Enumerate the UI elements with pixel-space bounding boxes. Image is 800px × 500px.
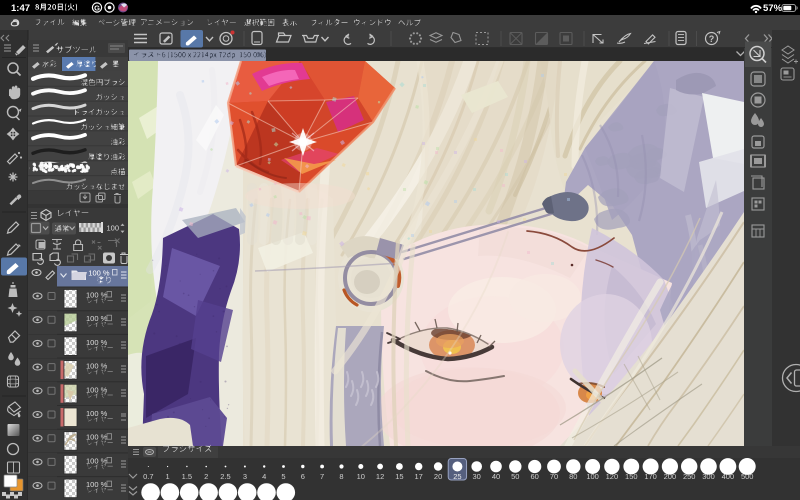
svg-text:6: 6 — [301, 472, 305, 481]
svg-text:100 %: 100 % — [88, 269, 110, 278]
svg-text:100 %: 100 % — [86, 480, 108, 489]
svg-text:300: 300 — [702, 472, 715, 481]
svg-text:70: 70 — [550, 472, 558, 481]
svg-text:500: 500 — [741, 472, 754, 481]
svg-text:150: 150 — [625, 472, 638, 481]
svg-text:G: G — [94, 3, 100, 12]
svg-text:7: 7 — [320, 472, 324, 481]
svg-text:17: 17 — [415, 472, 423, 481]
svg-text:1.5: 1.5 — [182, 472, 192, 481]
svg-text:25: 25 — [453, 472, 461, 481]
svg-text:100 %: 100 % — [86, 291, 108, 300]
svg-text:15: 15 — [395, 472, 403, 481]
svg-text:100 %: 100 % — [86, 362, 108, 371]
svg-text:2: 2 — [204, 472, 208, 481]
svg-text:57%: 57% — [763, 3, 783, 14]
svg-text:250: 250 — [683, 472, 696, 481]
svg-text:60: 60 — [531, 472, 539, 481]
svg-text:100 %: 100 % — [86, 456, 108, 465]
svg-text:200: 200 — [664, 472, 677, 481]
svg-text:100 %: 100 % — [86, 433, 108, 442]
svg-text:400: 400 — [722, 472, 735, 481]
svg-text:100: 100 — [586, 472, 599, 481]
svg-text:80: 80 — [569, 472, 577, 481]
svg-text:1:47: 1:47 — [11, 3, 30, 14]
svg-text:12: 12 — [376, 472, 384, 481]
svg-text:120: 120 — [606, 472, 619, 481]
svg-text:10: 10 — [357, 472, 365, 481]
svg-text:100 %: 100 % — [86, 314, 108, 323]
svg-text:5: 5 — [281, 472, 285, 481]
svg-text:2.5: 2.5 — [220, 472, 230, 481]
svg-text:100 %: 100 % — [86, 409, 108, 418]
svg-text:4: 4 — [262, 472, 266, 481]
svg-text:100 %: 100 % — [86, 385, 108, 394]
svg-text:100 %: 100 % — [86, 338, 108, 347]
svg-text:30: 30 — [473, 472, 481, 481]
svg-text:50: 50 — [511, 472, 519, 481]
svg-text:?: ? — [709, 34, 715, 44]
svg-text:8: 8 — [339, 472, 343, 481]
svg-text:100: 100 — [107, 224, 120, 233]
svg-text:20: 20 — [434, 472, 442, 481]
svg-text:40: 40 — [492, 472, 500, 481]
svg-text:1: 1 — [166, 472, 170, 481]
svg-text:170: 170 — [644, 472, 657, 481]
svg-text:3: 3 — [243, 472, 247, 481]
svg-text:0.7: 0.7 — [143, 472, 153, 481]
